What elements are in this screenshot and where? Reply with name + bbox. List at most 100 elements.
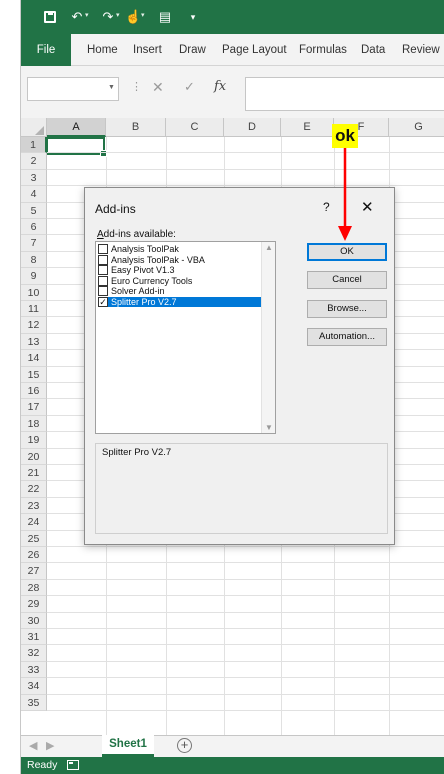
name-box[interactable]: ▼ (27, 77, 119, 101)
list-item-label: Analysis ToolPak - VBA (111, 254, 205, 265)
column-header-c[interactable]: C (166, 118, 224, 137)
name-box-dropdown-icon[interactable]: ▼ (108, 84, 115, 91)
status-bar: Ready (21, 757, 444, 774)
redo-dropdown-icon[interactable]: ▾ (116, 12, 122, 19)
scroll-down-icon[interactable]: ▼ (265, 423, 273, 432)
list-scrollbar[interactable]: ▲ ▼ (261, 242, 275, 433)
row-header-23[interactable]: 23 (21, 497, 47, 515)
ok-button[interactable]: OK (307, 243, 387, 261)
tab-home[interactable]: Home (87, 34, 118, 66)
browse-button[interactable]: Browse... (307, 300, 387, 318)
touch-dropdown-icon[interactable]: ▾ (141, 12, 147, 19)
list-item[interactable]: Easy Pivot V1.3 (98, 265, 262, 276)
automation-button[interactable]: Automation... (307, 328, 387, 346)
select-all-button[interactable] (21, 118, 47, 137)
sheet-tab-sheet1[interactable]: Sheet1 (102, 735, 154, 757)
add-sheet-icon[interactable]: + (177, 738, 192, 753)
tab-data[interactable]: Data (361, 34, 385, 66)
enter-icon[interactable]: ✓ (184, 79, 195, 95)
arrow-head (338, 226, 352, 241)
row-header-33[interactable]: 33 (21, 661, 47, 679)
cancel-icon[interactable]: ✕ (152, 79, 164, 96)
help-button[interactable]: ? (323, 200, 330, 214)
formula-input[interactable] (245, 77, 444, 111)
list-item-selected[interactable]: ✓ Splitter Pro V2.7 (98, 296, 262, 307)
row-header-25[interactable]: 25 (21, 530, 47, 547)
row-header-13[interactable]: 13 (21, 333, 47, 351)
row-header-10[interactable]: 10 (21, 284, 47, 301)
checkbox[interactable] (98, 254, 108, 265)
row-header-12[interactable]: 12 (21, 317, 47, 334)
next-sheet-icon[interactable]: ▶ (46, 739, 54, 752)
dialog-title: Add-ins (95, 202, 136, 216)
tab-insert[interactable]: Insert (133, 34, 162, 66)
row-header-35[interactable]: 35 (21, 694, 47, 711)
row-header-34[interactable]: 34 (21, 678, 47, 695)
checkbox[interactable] (98, 265, 108, 275)
undo-icon[interactable]: ↶ (69, 9, 85, 25)
row-header-5[interactable]: 5 (21, 202, 47, 219)
column-header-b[interactable]: B (106, 118, 166, 137)
row-header-31[interactable]: 31 (21, 629, 47, 646)
column-header-e[interactable]: E (281, 118, 334, 137)
form-icon[interactable]: ▤ (157, 9, 173, 25)
list-item[interactable]: Euro Currency Tools (98, 275, 262, 287)
scroll-up-icon[interactable]: ▲ (265, 243, 273, 252)
row-header-27[interactable]: 27 (21, 563, 47, 580)
checkbox[interactable] (98, 275, 108, 286)
row-header-22[interactable]: 22 (21, 481, 47, 498)
row-header-21[interactable]: 21 (21, 465, 47, 482)
row-header-20[interactable]: 20 (21, 448, 47, 465)
tab-draw[interactable]: Draw (179, 34, 206, 66)
row-header-8[interactable]: 8 (21, 251, 47, 269)
insert-function-icon[interactable]: fx (214, 79, 226, 94)
column-headers: A B C D E F G (21, 118, 444, 137)
grid-line (47, 152, 444, 154)
row-header-11[interactable]: 11 (21, 301, 47, 318)
row-header-3[interactable]: 3 (21, 169, 47, 187)
redo-icon[interactable]: ↷ (100, 9, 116, 25)
customize-icon[interactable]: ▾ (185, 9, 201, 25)
undo-dropdown-icon[interactable]: ▾ (85, 12, 91, 19)
row-header-24[interactable]: 24 (21, 514, 47, 531)
column-header-d[interactable]: D (224, 118, 281, 137)
tab-file[interactable]: File (21, 34, 71, 66)
column-header-a[interactable]: A (47, 118, 106, 137)
row-header-4[interactable]: 4 (21, 186, 47, 203)
row-header-26[interactable]: 26 (21, 547, 47, 564)
save-icon[interactable] (42, 9, 58, 25)
row-header-28[interactable]: 28 (21, 579, 47, 597)
list-item[interactable]: Solver Add-in (98, 286, 262, 297)
checkbox[interactable] (98, 286, 108, 296)
row-header-9[interactable]: 9 (21, 268, 47, 285)
cancel-button[interactable]: Cancel (307, 271, 387, 289)
row-header-7[interactable]: 7 (21, 235, 47, 252)
row-header-17[interactable]: 17 (21, 399, 47, 416)
row-header-16[interactable]: 16 (21, 383, 47, 400)
previous-sheet-icon[interactable]: ◀ (29, 739, 37, 752)
tab-review[interactable]: Review (402, 34, 440, 66)
row-header-18[interactable]: 18 (21, 415, 47, 433)
column-header-g[interactable]: G (389, 118, 444, 137)
checkbox-checked[interactable]: ✓ (98, 296, 108, 307)
description-text: Splitter Pro V2.7 (102, 447, 172, 458)
row-header-15[interactable]: 15 (21, 366, 47, 383)
row-header-32[interactable]: 32 (21, 645, 47, 662)
touch-mode-icon[interactable]: ☝ (125, 9, 141, 25)
tab-page-layout[interactable]: Page Layout (222, 34, 287, 66)
row-header-1[interactable]: 1 (21, 137, 47, 154)
row-header-6[interactable]: 6 (21, 219, 47, 236)
row-header-30[interactable]: 30 (21, 612, 47, 629)
close-icon[interactable]: ✕ (361, 198, 374, 216)
row-header-2[interactable]: 2 (21, 153, 47, 170)
add-ins-list[interactable]: Analysis ToolPak Analysis ToolPak - VBA … (95, 241, 276, 434)
tab-formulas[interactable]: Formulas (299, 34, 347, 66)
macro-recording-icon[interactable] (67, 760, 79, 770)
row-header-29[interactable]: 29 (21, 596, 47, 613)
list-item[interactable]: Analysis ToolPak (98, 244, 262, 255)
row-header-19[interactable]: 19 (21, 432, 47, 449)
row-header-14[interactable]: 14 (21, 350, 47, 367)
list-item[interactable]: Analysis ToolPak - VBA (98, 254, 262, 266)
grid-line (47, 168, 444, 170)
checkbox[interactable] (98, 244, 108, 254)
